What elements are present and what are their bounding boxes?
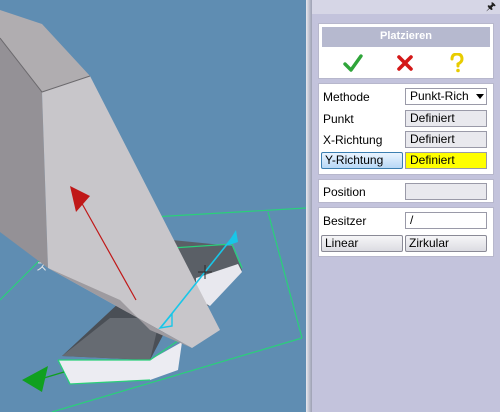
position-label: Position: [323, 185, 366, 199]
panel-title: Platzieren: [380, 30, 432, 42]
point-label: Punkt: [323, 112, 354, 126]
point-field[interactable]: Definiert: [405, 110, 487, 127]
properties-panel: 🖈︎ Platzieren Methode Punkt-Rich Punkt D…: [312, 0, 500, 412]
panel-title-bar: Platzieren: [322, 27, 490, 47]
linear-button[interactable]: Linear: [321, 235, 403, 252]
cancel-button[interactable]: [393, 52, 417, 74]
position-field[interactable]: [405, 183, 487, 200]
ok-button[interactable]: [341, 52, 365, 74]
panel-topbar: 🖈︎: [312, 0, 500, 14]
origin-arrow-icon: [22, 366, 65, 392]
position-section: Position: [318, 179, 494, 203]
circular-button[interactable]: Zirkular: [405, 235, 487, 252]
x-icon: [397, 55, 413, 71]
x-direction-label: X-Richtung: [323, 133, 383, 147]
3d-viewport[interactable]: ス: [0, 0, 306, 412]
checkmark-icon: [343, 54, 363, 72]
method-value: Punkt-Rich: [410, 89, 469, 103]
question-icon: [450, 53, 464, 73]
pin-icon[interactable]: 🖈︎: [486, 1, 496, 13]
beam-object[interactable]: [0, 10, 220, 348]
owner-label: Besitzer: [323, 214, 367, 228]
help-button[interactable]: [445, 52, 469, 74]
chevron-down-icon[interactable]: [476, 94, 484, 99]
scene-svg: ス: [0, 10, 306, 412]
method-label: Methode: [323, 90, 370, 104]
owner-section: Besitzer / Linear Zirkular: [318, 207, 494, 257]
method-dropdown[interactable]: Punkt-Rich: [405, 88, 487, 105]
x-direction-field[interactable]: Definiert: [405, 131, 487, 148]
placement-properties: Methode Punkt-Rich Punkt Definiert X-Ric…: [318, 83, 494, 175]
panel-header: Platzieren: [318, 23, 494, 79]
y-direction-field[interactable]: Definiert: [405, 152, 487, 169]
owner-field[interactable]: /: [405, 212, 487, 229]
y-direction-button[interactable]: Y-Richtung: [321, 152, 403, 169]
